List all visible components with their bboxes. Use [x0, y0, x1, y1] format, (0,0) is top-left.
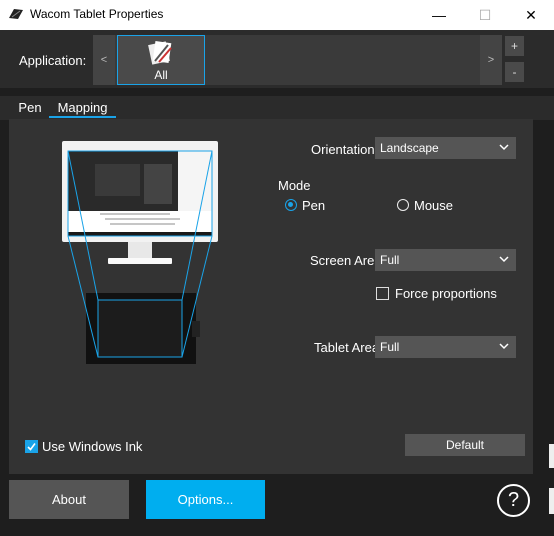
force-proportions-label[interactable]: Force proportions: [395, 286, 497, 301]
orientation-label: Orientation:: [311, 142, 379, 157]
application-next-button[interactable]: >: [480, 35, 502, 85]
mapping-illustration: [62, 141, 218, 364]
tablet-button: [192, 321, 200, 337]
orientation-value: Landscape: [380, 141, 439, 155]
background-window-edge: [549, 488, 554, 514]
tablet-active-area: [97, 299, 183, 358]
close-button[interactable]: ✕: [508, 0, 554, 30]
use-windows-ink-label[interactable]: Use Windows Ink: [42, 439, 142, 454]
checkmark-icon: [26, 442, 36, 451]
mode-pen-label[interactable]: Pen: [302, 198, 325, 213]
tablet-area-label: Tablet Area:: [314, 340, 383, 355]
tablet-area-value: Full: [380, 340, 400, 354]
chevron-down-icon: [499, 256, 509, 263]
wacom-app-icon: [9, 9, 23, 19]
chevron-down-icon: [499, 343, 509, 350]
help-button[interactable]: ?: [497, 484, 530, 517]
force-proportions-checkbox[interactable]: [376, 287, 389, 300]
minimize-button[interactable]: —: [416, 0, 462, 30]
chevron-down-icon: [499, 144, 509, 151]
application-label: Application:: [19, 53, 87, 68]
screen-area-value: Full: [380, 253, 400, 267]
monitor-stand-neck: [128, 242, 152, 258]
screen-area-label: Screen Area:: [310, 253, 386, 268]
screen-area-dropdown[interactable]: Full: [375, 249, 516, 271]
background-window-edge: [549, 444, 554, 468]
mode-label: Mode: [278, 178, 311, 193]
tab-mapping[interactable]: Mapping: [49, 96, 116, 118]
add-application-button[interactable]: +: [505, 36, 524, 56]
tab-pen[interactable]: Pen: [11, 96, 49, 118]
options-button[interactable]: Options...: [146, 480, 265, 519]
tab-active-indicator: [49, 116, 116, 118]
mode-pen-radio[interactable]: [285, 199, 297, 211]
all-applications-icon: [148, 40, 172, 65]
use-windows-ink-checkbox[interactable]: [25, 440, 38, 453]
application-tile-label: All: [154, 68, 168, 82]
default-button[interactable]: Default: [405, 434, 525, 456]
application-prev-button[interactable]: <: [93, 35, 115, 85]
about-button[interactable]: About: [9, 480, 129, 519]
monitor-stand-base: [108, 258, 172, 264]
mode-mouse-label[interactable]: Mouse: [414, 198, 453, 213]
tablet-area-dropdown[interactable]: Full: [375, 336, 516, 358]
mode-mouse-radio[interactable]: [397, 199, 409, 211]
maximize-button[interactable]: ☐: [462, 0, 508, 30]
orientation-dropdown[interactable]: Landscape: [375, 137, 516, 159]
window-title: Wacom Tablet Properties: [30, 7, 164, 21]
remove-application-button[interactable]: -: [505, 62, 524, 82]
